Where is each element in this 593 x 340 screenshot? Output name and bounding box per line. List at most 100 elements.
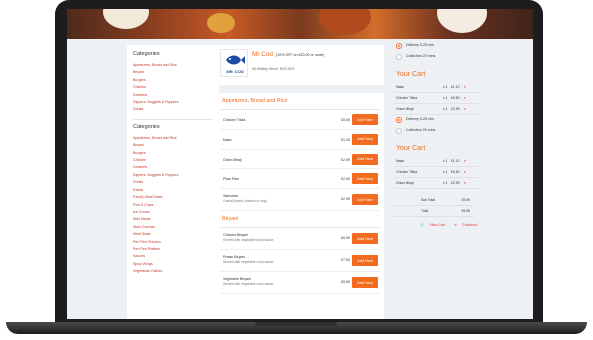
menu-item: Chicken Tikka £5.50 Add New xyxy=(220,110,380,130)
add-item-button[interactable]: Add New xyxy=(352,233,378,245)
radio-unselected-icon[interactable] xyxy=(396,128,402,134)
divider xyxy=(133,118,213,120)
cart-item-price: £1.10 xyxy=(451,159,460,163)
banner-dish xyxy=(207,13,235,33)
menu-item-price: £7.50 xyxy=(341,258,350,263)
category-link[interactable]: Desserts xyxy=(133,164,213,171)
radio-selected-icon[interactable] xyxy=(396,43,402,49)
cart-item-price: £1.10 xyxy=(451,85,460,89)
subtotal-value: £9.59 xyxy=(461,198,471,202)
category-link[interactable]: Chicken xyxy=(133,84,213,91)
menu-item-price: £2.99 xyxy=(341,197,350,202)
menu-item-name: Naan xyxy=(223,137,232,142)
category-link[interactable]: Burgers xyxy=(133,150,213,157)
category-link[interactable]: Drinks xyxy=(133,106,213,113)
category-link[interactable]: Peri Peri Chicken xyxy=(133,239,213,246)
add-item-button[interactable]: Add New xyxy=(352,194,378,206)
category-link[interactable]: Meal Deals xyxy=(133,231,213,238)
category-link[interactable]: Biryani xyxy=(133,142,213,149)
restaurant-header: MR. COD Mr Cod (10% OFF on £20.00 or more… xyxy=(216,45,384,85)
cart-line: Chicken Tikka x 1 £5.50 × xyxy=(394,167,480,178)
cart-item-name: Naan xyxy=(396,159,405,163)
checkout-link[interactable]: ➜ Checkout xyxy=(454,223,481,227)
menu-item: Naan £1.10 Add New xyxy=(220,130,380,150)
category-link[interactable]: Desserts xyxy=(133,92,213,99)
categories-title: Categories xyxy=(133,51,160,57)
category-link[interactable]: Sauces xyxy=(133,253,213,260)
menu-item-description: Served with vegetable curry sauce xyxy=(223,282,274,287)
cart-item-price: £5.50 xyxy=(451,170,460,174)
remove-icon[interactable]: × xyxy=(464,181,466,185)
banner-dish xyxy=(319,9,371,35)
delivery-option[interactable]: Delivery 5-25 min xyxy=(394,115,480,126)
arrow-icon: ➜ xyxy=(454,223,458,227)
laptop-notch xyxy=(255,322,337,326)
radio-unselected-icon[interactable] xyxy=(396,54,402,60)
add-item-button[interactable]: Add New xyxy=(352,133,378,145)
add-item-button[interactable]: Add New xyxy=(352,114,378,125)
cart-item-name: Chicken Tikka xyxy=(396,170,418,174)
restaurant-name: Mr Cod (10% OFF on £20.00 or more) xyxy=(252,51,324,58)
cart-item-price: £5.50 xyxy=(451,96,460,100)
total-value: £9.59 xyxy=(461,209,471,213)
category-link[interactable]: Kids Meals xyxy=(133,216,213,223)
remove-icon[interactable]: × xyxy=(464,159,466,163)
category-link[interactable]: Biryani xyxy=(133,69,213,76)
hero-banner-image xyxy=(67,9,533,39)
category-link[interactable]: Dippers, Nuggets & Poppers xyxy=(133,172,213,179)
remove-icon[interactable]: × xyxy=(464,85,466,89)
category-link[interactable]: Vegetarian Dishes xyxy=(133,268,213,275)
category-link[interactable]: Chicken xyxy=(133,157,213,164)
category-link[interactable]: Ice Cream xyxy=(133,209,213,216)
cart-item-name: Naan xyxy=(396,85,405,89)
add-item-button[interactable]: Add New xyxy=(352,255,378,267)
menu-item: Vegetable Biryani Served with vegetable … xyxy=(220,272,380,295)
category-link[interactable]: Extras xyxy=(133,187,213,194)
category-link[interactable]: Family Meal Deals xyxy=(133,194,213,201)
category-link[interactable]: Burgers xyxy=(133,77,213,84)
remove-icon[interactable]: × xyxy=(464,107,466,111)
cart-panel: Delivery 5-25 min Collection 20 mins You… xyxy=(394,41,480,227)
cart-item-qty: x 1 xyxy=(443,159,448,163)
laptop-screen: Categories Appetizers, Bread and Rice Bi… xyxy=(67,9,533,319)
add-item-button[interactable]: Add New xyxy=(352,277,378,289)
category-link[interactable]: Spicy Wings xyxy=(133,261,213,268)
menu-item-name: Pilau Rice xyxy=(223,177,240,182)
menu-item: Prawn Biryani Served with vegetable curr… xyxy=(220,250,380,273)
menu-item-price: £5.50 xyxy=(341,118,350,122)
total-row: Total £9.59 xyxy=(394,206,474,217)
remove-icon[interactable]: × xyxy=(464,96,466,100)
collection-label: Collection 20 mins xyxy=(406,128,436,132)
remove-icon[interactable]: × xyxy=(464,170,466,174)
view-cart-link[interactable]: 🛒 View Cart xyxy=(420,223,449,227)
category-link[interactable]: Appetizers, Bread and Rice xyxy=(133,62,213,69)
menu-main: MR. COD Mr Cod (10% OFF on £20.00 or more… xyxy=(216,45,384,319)
restaurant-address: 65 Whitley Street, RG2 0EG xyxy=(252,67,295,71)
menu-item: Chicken Biryani Served with vegetable cu… xyxy=(220,228,380,251)
delivery-label: Delivery 5-25 min xyxy=(406,117,434,121)
collection-option[interactable]: Collection 20 mins xyxy=(394,52,480,63)
fish-icon xyxy=(226,55,245,65)
delivery-option[interactable]: Delivery 5-25 min xyxy=(394,41,480,52)
add-item-button[interactable]: Add New xyxy=(352,173,378,185)
category-link[interactable]: Fish & Chips xyxy=(133,202,213,209)
cart-item-price: £2.99 xyxy=(451,181,460,185)
category-link[interactable]: Drinks xyxy=(133,179,213,186)
category-link[interactable]: Peri Peri Platters xyxy=(133,246,213,253)
radio-selected-icon[interactable] xyxy=(396,117,402,123)
menu-section-title: Biryani xyxy=(220,211,380,229)
category-link[interactable]: Dippers, Nuggets & Poppers xyxy=(133,99,213,106)
menu-section-title: Appetizers, Bread and Rice xyxy=(220,93,380,110)
collection-option[interactable]: Collection 20 mins xyxy=(394,126,480,137)
add-item-button[interactable]: Add New xyxy=(352,153,378,165)
menu-item-name: Chicken Tikka xyxy=(223,118,246,122)
category-link[interactable]: Appetizers, Bread and Rice xyxy=(133,135,213,142)
cart-actions: 🛒 View Cart ➜ Checkout xyxy=(394,223,480,227)
delivery-label: Delivery 5-25 min xyxy=(406,43,434,47)
cart-item-price: £2.99 xyxy=(451,107,460,111)
cart-item-qty: x 1 xyxy=(443,181,448,185)
menu-item-description: Served with vegetable curry sauce xyxy=(223,238,274,243)
category-link[interactable]: Main Courses xyxy=(133,224,213,231)
menu-item-price: £2.99 xyxy=(341,157,350,162)
checkout-label: Checkout xyxy=(462,223,478,227)
